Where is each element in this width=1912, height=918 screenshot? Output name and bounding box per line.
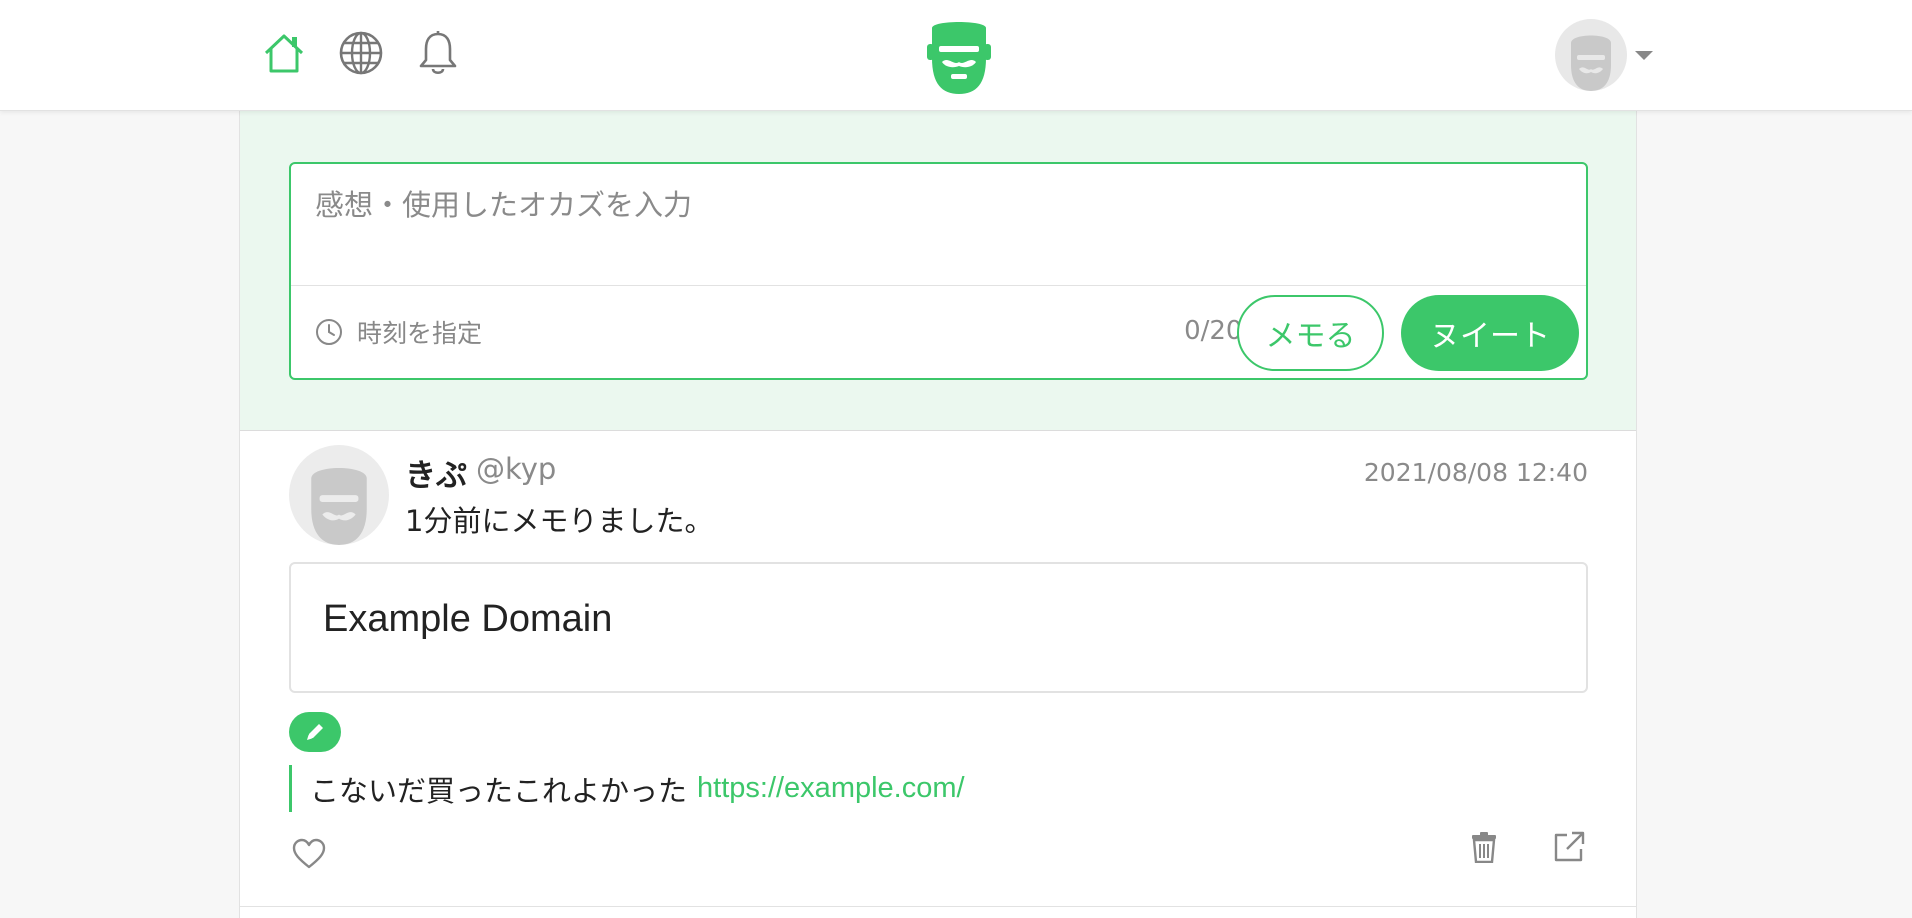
memo-link[interactable]: https://example.com/ — [697, 772, 965, 805]
default-avatar — [1555, 19, 1627, 91]
trash-icon[interactable] — [1462, 825, 1506, 869]
clock-icon — [316, 319, 342, 345]
link-card-title: Example Domain — [323, 598, 613, 640]
pencil-icon — [289, 712, 341, 752]
home-icon[interactable] — [259, 28, 309, 78]
user-handle[interactable]: @kyp — [476, 452, 556, 486]
bearded-face-logo[interactable] — [924, 18, 994, 96]
user-avatar[interactable] — [289, 445, 389, 545]
memo-note: こないだ買ったこれよかった https://example.com/ — [289, 765, 965, 812]
schedule-time-label: 時刻を指定 — [357, 319, 483, 348]
composer: 時刻を指定 0/200 メモる ヌイート — [289, 162, 1588, 380]
post-text: 1分前にメモりました。 — [405, 504, 714, 538]
caret-down-icon — [1635, 50, 1653, 60]
post-timestamp[interactable]: 2021/08/08 12:40 — [1340, 458, 1588, 487]
user-display-name[interactable]: きぷ — [405, 450, 467, 495]
globe-icon[interactable] — [336, 28, 386, 78]
timeline-post: きぷ @kyp 2021/08/08 12:40 1分前にメモりました。 Exa… — [240, 432, 1636, 907]
tweet-button[interactable]: ヌイート — [1401, 295, 1579, 371]
memo-button[interactable]: メモる — [1237, 295, 1384, 371]
schedule-time-toggle[interactable]: 時刻を指定 — [315, 314, 482, 350]
bell-icon[interactable] — [413, 28, 463, 78]
navbar — [0, 0, 1912, 111]
heart-icon[interactable] — [287, 832, 331, 876]
link-preview-card[interactable]: Example Domain — [289, 562, 1588, 693]
checkin-text-input[interactable] — [291, 164, 1586, 286]
memo-text: こないだ買ったこれよかった — [310, 773, 688, 808]
external-link-icon[interactable] — [1547, 825, 1591, 869]
timeline-column: 時刻を指定 0/200 メモる ヌイート きぷ @kyp 2021/08/08 … — [239, 111, 1637, 918]
account-menu[interactable] — [1555, 19, 1653, 91]
composer-area: 時刻を指定 0/200 メモる ヌイート — [240, 111, 1636, 431]
